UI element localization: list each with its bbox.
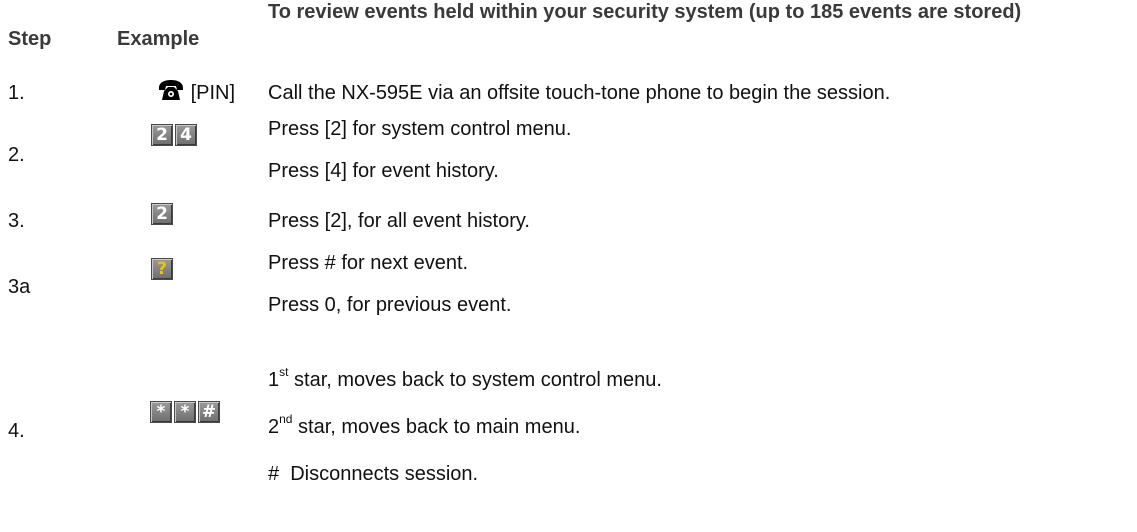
instruction-text: Press # for next event. [268, 252, 469, 274]
star-key-icon: * [174, 401, 196, 423]
keypad-example: 2 4 [151, 124, 197, 146]
instruction-text: # Disconnects session. [268, 463, 479, 485]
keypad-key-icon: 4 [175, 124, 197, 146]
step-number: 3a [8, 276, 31, 298]
instruction-text: Press [2], for all event history. [268, 210, 530, 232]
keypad-key-icon: 2 [151, 203, 173, 225]
instruction-text: Press [4] for event history. [268, 160, 499, 182]
keypad-key-icon: 2 [151, 124, 173, 146]
telephone-icon [159, 80, 183, 100]
star-key-icon: * [150, 401, 172, 423]
step-column-header: Step [8, 28, 52, 50]
question-key-icon: ? [151, 258, 173, 280]
pin-label: [PIN] [190, 82, 236, 104]
instruction-text: Call the NX-595E via an offsite touch-to… [268, 82, 891, 104]
keypad-example: * * # [150, 401, 220, 423]
description-column-header: To review events held within your securi… [268, 1, 1022, 23]
step-number: 2. [8, 144, 25, 166]
step-number: 3. [8, 210, 25, 232]
instruction-text: Press 0, for previous event. [268, 294, 512, 316]
example-column-header: Example [117, 28, 200, 50]
keypad-example: 2 [151, 203, 173, 225]
keypad-example: ? [151, 258, 173, 280]
instruction-text: 2nd star, moves back to main menu. [268, 412, 581, 438]
instruction-text: Press [2] for system control menu. [268, 118, 572, 140]
step-number: 1. [8, 82, 25, 104]
hash-key-icon: # [198, 401, 220, 423]
instruction-text: 1st star, moves back to system control m… [268, 365, 662, 391]
step-number: 4. [8, 420, 25, 442]
example-pin: [PIN] [157, 79, 235, 105]
